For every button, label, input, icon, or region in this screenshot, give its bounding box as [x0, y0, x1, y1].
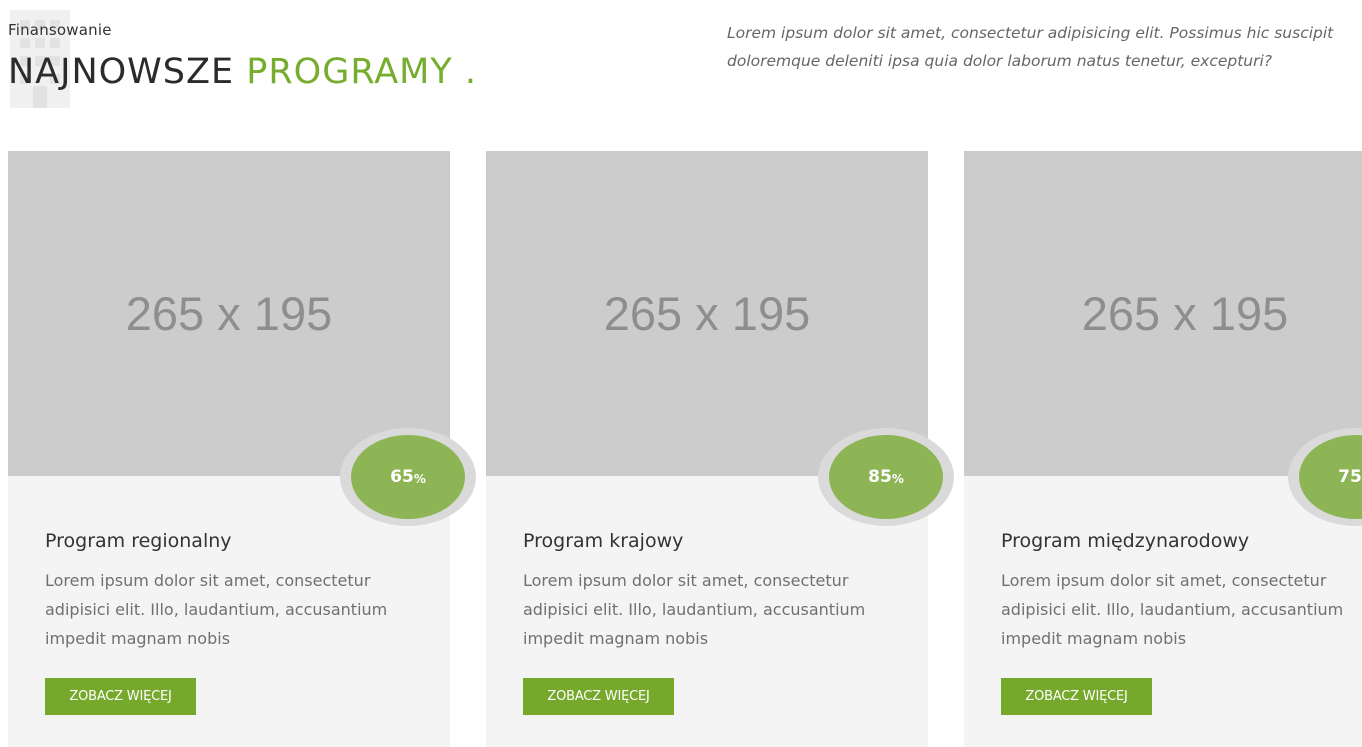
title-accent: PROGRAMY	[246, 52, 453, 92]
card-description: Lorem ipsum dolor sit amet, consectetur …	[45, 571, 388, 648]
program-card: 265 x 195 75% Program międzynarodowy Lor…	[964, 151, 1362, 747]
card-description: Lorem ipsum dolor sit amet, consectetur …	[523, 571, 866, 648]
program-card: 265 x 195 85% Program krajowy Lorem ipsu…	[486, 151, 954, 747]
progress-value: 85	[868, 467, 892, 487]
progress-value: 75	[1338, 467, 1362, 487]
image-placeholder-label: 265 x 195	[603, 287, 811, 340]
progress-badge: 85%	[818, 428, 954, 526]
progress-badge: 75%	[1288, 428, 1362, 526]
progress-badge: 65%	[340, 428, 476, 526]
see-more-button[interactable]: ZOBACZ WIĘCEJ	[523, 678, 674, 715]
card-description: Lorem ipsum dolor sit amet, consectetur …	[1001, 571, 1344, 648]
card-title: Program krajowy	[523, 530, 684, 552]
title-main: NAJNOWSZE	[8, 52, 247, 92]
progress-unit: %	[891, 472, 904, 486]
see-more-button[interactable]: ZOBACZ WIĘCEJ	[45, 678, 196, 715]
card-title: Program regionalny	[45, 530, 232, 552]
section-kicker: Finansowanie	[8, 21, 112, 39]
see-more-button[interactable]: ZOBACZ WIĘCEJ	[1001, 678, 1152, 715]
image-placeholder-label: 265 x 195	[1081, 287, 1289, 340]
card-title: Program międzynarodowy	[1001, 530, 1250, 552]
progress-value: 65	[390, 467, 414, 487]
image-placeholder-label: 265 x 195	[125, 287, 333, 340]
progress-unit: %	[413, 472, 426, 486]
intro-text: Lorem ipsum dolor sit amet, consectetur …	[727, 24, 1334, 70]
page-title: NAJNOWSZE PROGRAMY .	[8, 52, 477, 92]
program-card: 265 x 195 65% Program regionalny Lorem i…	[8, 151, 476, 747]
title-suffix: .	[452, 52, 477, 92]
